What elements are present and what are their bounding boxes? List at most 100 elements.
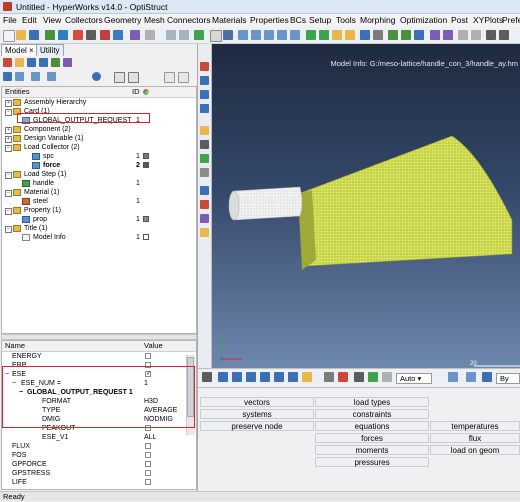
collapse-icon[interactable]: − — [5, 109, 12, 116]
menu-edit[interactable]: Edit — [22, 15, 37, 26]
isolate-icon[interactable] — [31, 72, 40, 81]
tree-row-handle[interactable]: handle 1 — [2, 179, 196, 188]
reverse-icon[interactable] — [499, 30, 509, 40]
solid-icon[interactable] — [368, 372, 378, 382]
temperatures-button[interactable]: temperatures — [430, 421, 520, 431]
show-icon[interactable] — [3, 72, 12, 81]
expand-icon[interactable]: + — [5, 100, 12, 107]
window-icon[interactable] — [223, 30, 233, 40]
export-icon[interactable] — [58, 30, 68, 40]
tree-row-component[interactable]: + Component (2) — [2, 125, 196, 134]
menu-mesh[interactable]: Mesh — [144, 15, 165, 26]
close-icon[interactable]: × — [29, 46, 34, 55]
prop-row-flux[interactable]: FLUX — [2, 442, 196, 451]
expand-icon[interactable]: + — [5, 136, 12, 143]
constraints-button[interactable]: constraints — [315, 409, 429, 419]
spin-icon[interactable] — [486, 30, 496, 40]
life-checkbox[interactable] — [145, 479, 151, 485]
flux-button[interactable]: flux — [430, 433, 520, 443]
solver-icon[interactable] — [63, 58, 72, 67]
menu-connectors[interactable]: Connectors — [167, 15, 210, 26]
prop-row-fos[interactable]: FOS — [2, 451, 196, 460]
tree-row-assembly[interactable]: + Assembly Hierarchy — [2, 98, 196, 107]
color-swatch[interactable] — [143, 216, 149, 222]
view-right-icon[interactable] — [290, 30, 300, 40]
color-swatch[interactable] — [143, 162, 149, 168]
hide-icon[interactable] — [15, 72, 24, 81]
eye-icon[interactable] — [178, 72, 189, 83]
geometry-color-icon[interactable] — [302, 372, 312, 382]
elements-icon[interactable] — [354, 372, 364, 382]
check-icon[interactable] — [194, 30, 204, 40]
assembly-icon[interactable] — [27, 58, 36, 67]
save-icon[interactable] — [29, 30, 39, 40]
component-view-icon[interactable] — [3, 58, 12, 67]
sphere-icon[interactable] — [92, 72, 101, 81]
collapse-icon[interactable]: − — [5, 190, 12, 197]
prop-value[interactable]: ALL — [144, 433, 156, 442]
equations-button[interactable]: equations — [315, 421, 429, 431]
numbers-icon[interactable] — [200, 168, 209, 177]
redo-icon[interactable] — [113, 30, 123, 40]
forces-button[interactable]: forces — [315, 433, 429, 443]
gpstress-checkbox[interactable] — [145, 470, 151, 476]
visualization-icon[interactable] — [200, 62, 209, 71]
collapse-icon[interactable]: − — [5, 145, 12, 152]
checkbox[interactable] — [143, 234, 149, 240]
menu-setup[interactable]: Setup — [309, 15, 331, 26]
run-icon[interactable] — [73, 30, 83, 40]
measure-icon[interactable] — [373, 30, 383, 40]
load-on-geom-button[interactable]: load on geom — [430, 445, 520, 455]
shaded-icon[interactable] — [200, 76, 209, 85]
gpforce-checkbox[interactable] — [145, 461, 151, 467]
back-icon[interactable] — [166, 30, 176, 40]
prop-row-ese-v1[interactable]: ESE_V1 ALL — [2, 433, 196, 442]
element-color-icon[interactable] — [288, 372, 298, 382]
menu-morphing[interactable]: Morphing — [360, 15, 395, 26]
import-icon[interactable] — [45, 30, 55, 40]
tree-row-force[interactable]: force 2 — [2, 161, 196, 170]
vectors-button[interactable]: vectors — [200, 397, 314, 407]
display-mode-icon[interactable] — [448, 372, 458, 382]
center-icon[interactable] — [471, 30, 481, 40]
collapse-icon[interactable]: − — [5, 226, 12, 233]
include-icon[interactable] — [51, 58, 60, 67]
layers-icon[interactable] — [39, 58, 48, 67]
tree-row-prop[interactable]: prop 1 — [2, 215, 196, 224]
clip-icon[interactable] — [200, 214, 209, 223]
fit-icon[interactable] — [414, 30, 424, 40]
select-window-icon[interactable] — [319, 30, 329, 40]
options-icon[interactable] — [130, 30, 140, 40]
view-iso-icon[interactable] — [238, 30, 248, 40]
tree-row-load-collector[interactable]: − Load Collector (2) — [2, 143, 196, 152]
options-icon[interactable] — [202, 372, 212, 382]
display-icon[interactable] — [145, 30, 155, 40]
assembly-color-icon[interactable] — [232, 372, 242, 382]
expand-icon[interactable]: + — [5, 127, 12, 134]
menu-view[interactable]: View — [43, 15, 61, 26]
view-left-icon[interactable] — [277, 30, 287, 40]
pan-icon[interactable] — [401, 30, 411, 40]
by-select[interactable]: By — [496, 373, 520, 384]
property-color-icon[interactable] — [260, 372, 270, 382]
forward-icon[interactable] — [179, 30, 189, 40]
fos-checkbox[interactable] — [145, 452, 151, 458]
mesh-display-icon[interactable] — [324, 372, 334, 382]
menu-preferences[interactable]: Prefe — [502, 15, 520, 26]
include-color-icon[interactable] — [274, 372, 284, 382]
menu-optimization[interactable]: Optimization — [400, 15, 447, 26]
section-icon[interactable] — [200, 228, 209, 237]
prop-row-life[interactable]: LIFE — [2, 478, 196, 487]
mask-icon[interactable] — [332, 30, 342, 40]
moments-button[interactable]: moments — [315, 445, 429, 455]
prop-row-gpstress[interactable]: GPSTRESS — [2, 469, 196, 478]
menu-file[interactable]: File — [3, 15, 17, 26]
tree-row-material[interactable]: − Material (1) — [2, 188, 196, 197]
wireframe-icon[interactable] — [200, 90, 209, 99]
systems-button[interactable]: systems — [200, 409, 314, 419]
menu-collectors[interactable]: Collectors — [65, 15, 103, 26]
pressures-button[interactable]: pressures — [315, 457, 429, 467]
tree-row-spc[interactable]: spc 1 — [2, 152, 196, 161]
collapse-icon[interactable]: − — [5, 172, 12, 179]
menu-tools[interactable]: Tools — [336, 15, 356, 26]
